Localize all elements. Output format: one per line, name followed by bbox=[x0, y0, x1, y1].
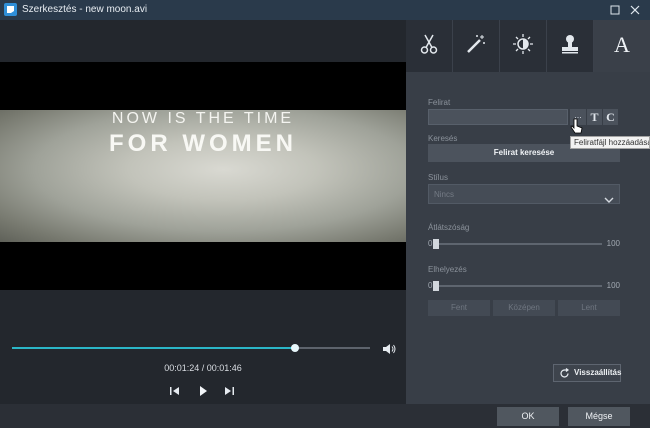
tab-brightness[interactable] bbox=[500, 20, 547, 72]
window-title: Szerkesztés - new moon.avi bbox=[22, 4, 148, 15]
subtitle-settings: Felirat ... T C Keresés Felirat keresése… bbox=[406, 72, 650, 404]
maximize-icon[interactable] bbox=[607, 2, 623, 18]
title-bar: Szerkesztés - new moon.avi bbox=[0, 0, 650, 20]
tab-watermark[interactable] bbox=[547, 20, 594, 72]
editor-window: Szerkesztés - new moon.avi NOW IS THE TI… bbox=[0, 0, 650, 428]
reset-label: Visszaállítás bbox=[574, 368, 622, 377]
text-style-button[interactable]: T bbox=[587, 109, 602, 125]
reset-button[interactable]: Visszaállítás bbox=[553, 364, 621, 382]
transparency-thumb[interactable] bbox=[433, 239, 439, 249]
magic-wand-icon bbox=[465, 33, 487, 60]
position-middle-button[interactable]: Középen bbox=[493, 300, 555, 316]
color-button[interactable]: C bbox=[603, 109, 618, 125]
transparency-label: Átlátszóság bbox=[428, 223, 470, 232]
video-preview-area: NOW IS THE TIME FOR WOMEN 00:01:24 / 00:… bbox=[0, 20, 406, 404]
subtitle-field[interactable] bbox=[428, 109, 568, 125]
transparency-track[interactable] bbox=[433, 239, 602, 249]
chevron-down-icon bbox=[604, 191, 614, 209]
play-icon[interactable] bbox=[196, 384, 210, 398]
time-display: 00:01:24 / 00:01:46 bbox=[164, 363, 242, 373]
video-overlay-line2: FOR WOMEN bbox=[109, 130, 297, 157]
text-icon: A bbox=[610, 32, 634, 61]
style-label: Stílus bbox=[428, 173, 449, 182]
previous-frame-icon[interactable] bbox=[168, 384, 182, 398]
position-label: Elhelyezés bbox=[428, 265, 467, 274]
app-icon bbox=[4, 3, 17, 16]
position-top-button[interactable]: Fent bbox=[428, 300, 490, 316]
transparency-slider[interactable]: 0 100 bbox=[428, 238, 620, 250]
tab-subtitle[interactable]: A bbox=[594, 20, 650, 72]
position-min: 0 bbox=[428, 281, 433, 290]
seek-bar-fill bbox=[12, 347, 295, 349]
seek-bar-thumb[interactable] bbox=[290, 344, 299, 352]
next-frame-icon[interactable] bbox=[222, 384, 236, 398]
transparency-min: 0 bbox=[428, 239, 433, 248]
style-value: Nincs bbox=[434, 190, 455, 199]
edit-tabs: A bbox=[406, 20, 650, 72]
position-slider[interactable]: 0 100 bbox=[428, 280, 620, 292]
video-overlay-line1: NOW IS THE TIME bbox=[111, 110, 295, 127]
svg-text:A: A bbox=[614, 32, 630, 56]
style-dropdown[interactable]: Nincs bbox=[428, 184, 620, 204]
video-frame[interactable] bbox=[0, 62, 406, 290]
stamp-icon bbox=[559, 33, 581, 60]
seek-bar[interactable] bbox=[12, 344, 370, 352]
reset-icon bbox=[559, 368, 570, 385]
brightness-icon bbox=[512, 33, 534, 60]
subtitle-label: Felirat bbox=[428, 98, 451, 107]
search-label: Keresés bbox=[428, 134, 458, 143]
position-thumb[interactable] bbox=[433, 281, 439, 291]
cut-icon bbox=[419, 33, 439, 60]
transparency-max: 100 bbox=[606, 239, 620, 248]
edit-panel: A Felirat ... T C Keresés Felirat keresé… bbox=[406, 20, 650, 404]
position-track[interactable] bbox=[433, 281, 602, 291]
ok-button[interactable]: OK bbox=[497, 407, 559, 426]
close-icon[interactable] bbox=[627, 2, 643, 18]
tab-effects[interactable] bbox=[453, 20, 500, 72]
tab-cut[interactable] bbox=[406, 20, 453, 72]
dialog-footer: OK Mégse bbox=[0, 404, 650, 428]
mouse-cursor-icon bbox=[570, 118, 584, 139]
position-max: 100 bbox=[606, 281, 620, 290]
cancel-button[interactable]: Mégse bbox=[568, 407, 630, 426]
volume-icon[interactable] bbox=[382, 342, 396, 354]
position-bottom-button[interactable]: Lent bbox=[558, 300, 620, 316]
